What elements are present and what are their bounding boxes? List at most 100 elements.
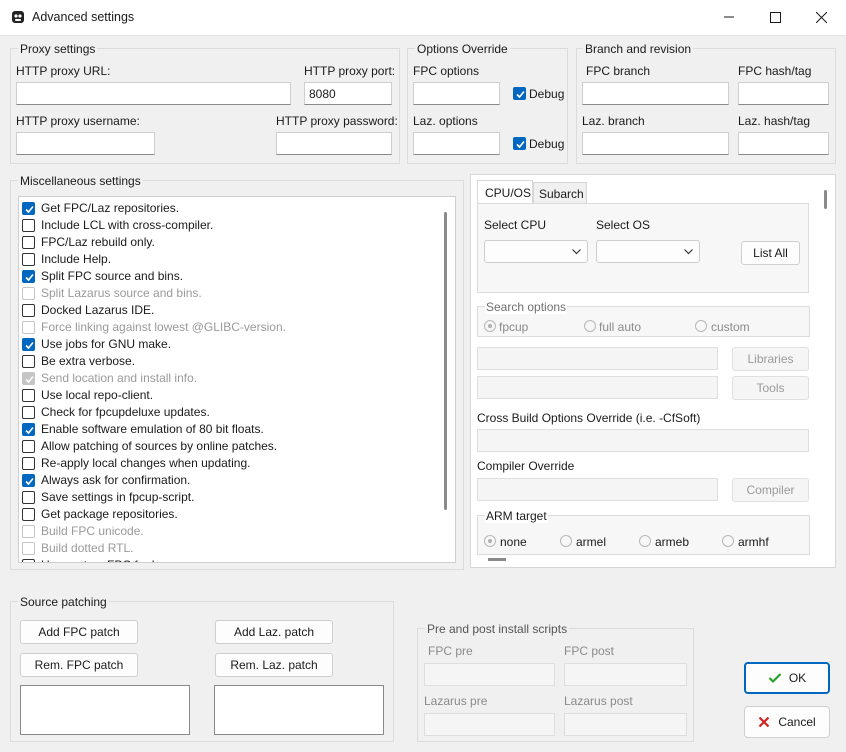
fpc-debug-checkbox[interactable] [513, 87, 526, 100]
laz-debug-checkbox[interactable] [513, 137, 526, 150]
fpc-hash-input[interactable] [738, 82, 829, 105]
ok-button[interactable]: OK [744, 662, 830, 694]
add-laz-patch-button[interactable]: Add Laz. patch [215, 620, 333, 644]
tools-button[interactable]: Tools [732, 376, 809, 400]
tab-panel-hscroll[interactable] [488, 558, 506, 561]
tab-subarch[interactable]: Subarch [533, 182, 587, 204]
misc-option-checkbox[interactable] [22, 423, 35, 436]
misc-option-row[interactable]: Be extra verbose. [19, 353, 439, 370]
misc-option-checkbox[interactable] [22, 491, 35, 504]
misc-option-row[interactable]: Save settings in fpcup-script. [19, 489, 439, 506]
misc-option-checkbox[interactable] [22, 406, 35, 419]
compiler-override-input[interactable] [477, 478, 718, 501]
misc-option-row[interactable]: Always ask for confirmation. [19, 472, 439, 489]
misc-option-row[interactable]: Use system FPC for Lazarus. [19, 557, 439, 562]
misc-option-row[interactable]: Get FPC/Laz repositories. [19, 200, 439, 217]
rem-laz-patch-button[interactable]: Rem. Laz. patch [215, 653, 333, 677]
misc-settings-list[interactable]: Get FPC/Laz repositories. Include LCL wit… [18, 196, 456, 563]
arm-armeb-radio[interactable] [639, 535, 651, 547]
list-all-button[interactable]: List All [741, 241, 800, 265]
misc-option-row[interactable]: Split Lazarus source and bins. [19, 285, 439, 302]
misc-option-row[interactable]: Force linking against lowest @GLIBC-vers… [19, 319, 439, 336]
misc-option-checkbox[interactable] [22, 355, 35, 368]
misc-option-row[interactable]: Split FPC source and bins. [19, 268, 439, 285]
misc-option-row[interactable]: Re-apply local changes when updating. [19, 455, 439, 472]
compiler-button[interactable]: Compiler [732, 478, 809, 502]
cancel-button[interactable]: Cancel [744, 706, 830, 738]
misc-option-checkbox[interactable] [22, 236, 35, 249]
rem-fpc-patch-button[interactable]: Rem. FPC patch [20, 653, 138, 677]
misc-option-row[interactable]: FPC/Laz rebuild only. [19, 234, 439, 251]
misc-option-row[interactable]: Check for fpcupdeluxe updates. [19, 404, 439, 421]
proxy-port-input[interactable] [304, 82, 392, 105]
misc-option-row[interactable]: Build FPC unicode. [19, 523, 439, 540]
add-fpc-patch-button[interactable]: Add FPC patch [20, 620, 138, 644]
fpc-patch-list[interactable] [20, 685, 190, 735]
lazarus-post-input[interactable] [564, 713, 687, 736]
misc-option-checkbox[interactable] [22, 457, 35, 470]
misc-option-row[interactable]: Use local repo-client. [19, 387, 439, 404]
misc-option-row[interactable]: Send location and install info. [19, 370, 439, 387]
proxy-url-input[interactable] [16, 82, 291, 105]
misc-option-checkbox[interactable] [22, 542, 35, 555]
search-fpcup-radio[interactable] [484, 320, 496, 332]
proxy-password-input[interactable] [276, 132, 392, 155]
search-fpcup-label: fpcup [499, 320, 529, 334]
select-cpu-dropdown[interactable] [484, 240, 588, 263]
tab-panel-vscroll[interactable] [824, 190, 827, 209]
misc-option-row[interactable]: Allow patching of sources by online patc… [19, 438, 439, 455]
misc-option-checkbox[interactable] [22, 270, 35, 283]
laz-options-input[interactable] [413, 132, 500, 155]
fpc-post-input[interactable] [564, 663, 687, 686]
misc-option-checkbox[interactable] [22, 287, 35, 300]
arm-armel-radio[interactable] [560, 535, 572, 547]
arm-armhf-radio[interactable] [722, 535, 734, 547]
misc-option-checkbox[interactable] [22, 338, 35, 351]
search-full-auto-radio[interactable] [584, 320, 596, 332]
misc-option-checkbox[interactable] [22, 559, 35, 562]
misc-option-checkbox[interactable] [22, 440, 35, 453]
misc-option-row[interactable]: Include LCL with cross-compiler. [19, 217, 439, 234]
tools-path-input[interactable] [477, 376, 718, 399]
fpc-options-input[interactable] [413, 82, 500, 105]
check-icon [25, 205, 34, 214]
fpc-pre-input[interactable] [424, 663, 555, 686]
minimize-button[interactable] [706, 0, 752, 34]
misc-option-checkbox[interactable] [22, 474, 35, 487]
misc-option-row[interactable]: Build dotted RTL. [19, 540, 439, 557]
misc-option-checkbox[interactable] [22, 389, 35, 402]
arm-none-radio[interactable] [484, 535, 496, 547]
cross-build-input[interactable] [477, 429, 809, 452]
laz-branch-input[interactable] [582, 132, 729, 155]
laz-patch-list[interactable] [214, 685, 384, 735]
tab-cpu-os[interactable]: CPU/OS [477, 180, 533, 204]
fpc-branch-input[interactable] [582, 82, 729, 105]
select-os-dropdown[interactable] [596, 240, 700, 263]
lazarus-pre-input[interactable] [424, 713, 555, 736]
misc-option-checkbox[interactable] [22, 304, 35, 317]
maximize-button[interactable] [752, 0, 798, 34]
libraries-button[interactable]: Libraries [732, 347, 809, 371]
misc-option-row[interactable]: Get package repositories. [19, 506, 439, 523]
misc-option-label: Get package repositories. [41, 507, 178, 521]
misc-option-checkbox[interactable] [22, 219, 35, 232]
misc-option-checkbox[interactable] [22, 372, 35, 385]
misc-scrollbar[interactable] [444, 212, 447, 510]
misc-option-checkbox[interactable] [22, 525, 35, 538]
misc-option-checkbox[interactable] [22, 321, 35, 334]
libraries-path-input[interactable] [477, 347, 718, 370]
misc-option-row[interactable]: Use jobs for GNU make. [19, 336, 439, 353]
close-button[interactable] [798, 0, 844, 34]
misc-option-row[interactable]: Include Help. [19, 251, 439, 268]
search-custom-radio[interactable] [695, 320, 707, 332]
misc-option-checkbox[interactable] [22, 202, 35, 215]
misc-option-checkbox[interactable] [22, 253, 35, 266]
proxy-username-input[interactable] [16, 132, 155, 155]
misc-option-row[interactable]: Docked Lazarus IDE. [19, 302, 439, 319]
misc-option-label: Include LCL with cross-compiler. [41, 218, 214, 232]
laz-hash-input[interactable] [738, 132, 829, 155]
fpc-post-label: FPC post [564, 644, 615, 658]
tab-cpu-os-label: CPU/OS [485, 186, 532, 200]
misc-option-row[interactable]: Enable software emulation of 80 bit floa… [19, 421, 439, 438]
misc-option-checkbox[interactable] [22, 508, 35, 521]
